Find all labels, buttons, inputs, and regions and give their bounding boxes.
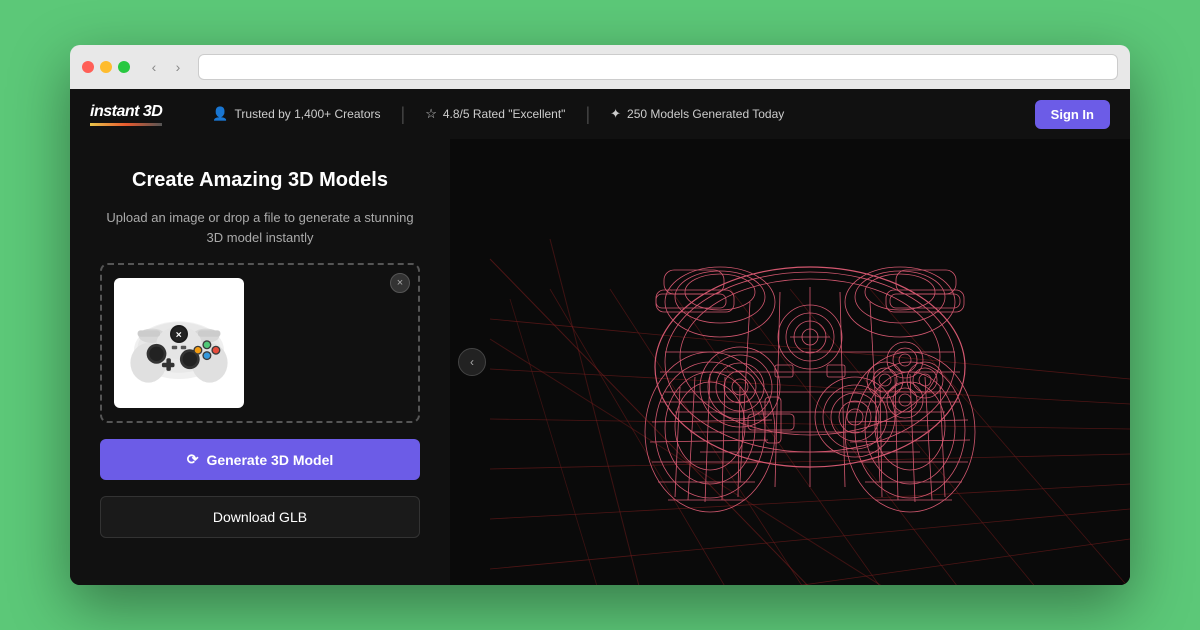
sparkle-icon: ✦: [610, 106, 621, 122]
minimize-button[interactable]: [100, 61, 112, 73]
logo: instant 3D: [90, 103, 162, 126]
generate-3d-model-button[interactable]: ⟳ Generate 3D Model: [100, 439, 420, 480]
wireframe-container: [450, 139, 1130, 585]
browser-window: ‹ › instant 3D 👤 Trusted by 1,400+ Creat…: [70, 45, 1130, 585]
sign-in-button[interactable]: Sign In: [1035, 100, 1110, 129]
generate-icon: ⟳: [187, 451, 199, 468]
logo-underline: [90, 123, 162, 126]
3d-viewport[interactable]: ‹: [450, 139, 1130, 585]
nav-stat-rating-text: 4.8/5 Rated "Excellent": [443, 107, 566, 121]
uploaded-image: ✕: [114, 278, 244, 408]
nav-stat-models: ✦ 250 Models Generated Today: [590, 106, 804, 122]
nav-stat-models-text: 250 Models Generated Today: [627, 107, 784, 121]
address-bar[interactable]: [198, 54, 1118, 80]
star-icon: ☆: [425, 106, 437, 122]
drop-zone-close[interactable]: ×: [390, 273, 410, 293]
download-glb-button[interactable]: Download GLB: [100, 496, 420, 538]
close-button[interactable]: [82, 61, 94, 73]
users-icon: 👤: [212, 106, 228, 122]
nav-stat-rating: ☆ 4.8/5 Rated "Excellent": [405, 106, 585, 122]
nav-stats: 👤 Trusted by 1,400+ Creators | ☆ 4.8/5 R…: [192, 105, 1034, 123]
wireframe-controller: [600, 202, 1020, 542]
svg-text:✕: ✕: [175, 331, 182, 340]
nav-stat-creators-text: Trusted by 1,400+ Creators: [235, 107, 381, 121]
browser-nav-buttons: ‹ ›: [144, 57, 188, 77]
main-area: Create Amazing 3D Models Upload an image…: [70, 139, 1130, 585]
generate-btn-label: Generate 3D Model: [206, 452, 333, 468]
collapse-panel-button[interactable]: ‹: [458, 348, 486, 376]
left-panel: Create Amazing 3D Models Upload an image…: [70, 139, 450, 585]
logo-text: instant 3D: [90, 103, 162, 121]
forward-button[interactable]: ›: [168, 57, 188, 77]
drop-zone[interactable]: ×: [100, 263, 420, 423]
app-content: instant 3D 👤 Trusted by 1,400+ Creators …: [70, 89, 1130, 585]
maximize-button[interactable]: [118, 61, 130, 73]
browser-chrome: ‹ ›: [70, 45, 1130, 89]
controller-image: ✕: [124, 298, 234, 388]
panel-subtitle: Upload an image or drop a file to genera…: [100, 208, 420, 247]
navbar: instant 3D 👤 Trusted by 1,400+ Creators …: [70, 89, 1130, 139]
nav-stat-creators: 👤 Trusted by 1,400+ Creators: [192, 106, 400, 122]
traffic-lights: [82, 61, 130, 73]
panel-title: Create Amazing 3D Models: [100, 169, 420, 192]
back-button[interactable]: ‹: [144, 57, 164, 77]
